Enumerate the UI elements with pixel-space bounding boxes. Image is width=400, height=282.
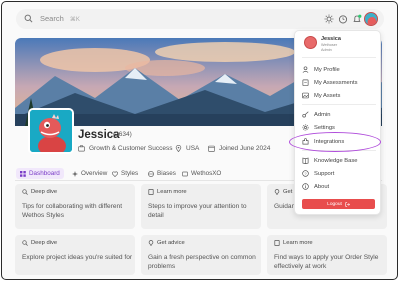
user-dropdown-menu: Jessica Wethoser Admin My Profile My Ass… <box>294 30 381 215</box>
tab-label: WethosXO <box>191 170 222 177</box>
tab-styles[interactable]: Styles <box>108 168 142 179</box>
search-icon <box>22 240 28 246</box>
help-circle-icon: ? <box>302 170 309 177</box>
card-tag-label: Get advice <box>157 240 185 246</box>
user-avatar-button[interactable] <box>364 12 378 26</box>
dropdown-divider <box>302 57 376 58</box>
book-icon <box>302 157 309 164</box>
svg-text:?: ? <box>304 171 307 176</box>
image-icon <box>302 92 309 99</box>
search-shortcut: ⌘K <box>69 17 80 23</box>
card-body: Tips for collaborating with different We… <box>22 203 123 219</box>
dropdown-user-name: Jessica <box>321 36 341 42</box>
menu-item-knowledge-base[interactable]: Knowledge Base <box>302 156 358 165</box>
country-label: USA <box>186 145 200 152</box>
dropdown-divider <box>302 104 376 105</box>
insight-card[interactable]: Get advice Gain a fresh perspective on c… <box>141 235 261 275</box>
search-icon <box>22 189 28 195</box>
user-icon <box>302 66 309 73</box>
menu-item-label: About <box>314 183 330 190</box>
profile-handle: (2634) <box>113 131 132 138</box>
clipboard-icon <box>302 79 309 86</box>
card-tag: Learn more <box>148 189 187 195</box>
card-tag-label: Learn more <box>157 189 187 195</box>
globe-icon <box>148 170 154 177</box>
profile-department: Growth & Customer Success <box>78 145 172 152</box>
search-input[interactable]: Search ⌘K <box>40 14 80 23</box>
menu-item-my-assets[interactable]: My Assets <box>302 91 340 100</box>
card-body: Gain a fresh perspective on common probl… <box>148 254 256 270</box>
menu-item-support[interactable]: ? Support <box>302 169 334 178</box>
card-body: Steps to improve your attention to detai… <box>148 203 247 219</box>
menu-item-label: Settings <box>314 124 335 131</box>
menu-item-admin[interactable]: Admin <box>302 110 330 119</box>
dropdown-user-role: Wethoser <box>321 43 338 47</box>
document-icon <box>148 189 154 195</box>
menu-item-about[interactable]: About <box>302 182 329 191</box>
tab-dashboard[interactable]: Dashboard <box>16 168 64 179</box>
search-icon <box>24 14 33 23</box>
insight-card[interactable]: Learn more Steps to improve your attenti… <box>141 184 261 229</box>
tab-wethosxo[interactable]: WethosXO <box>178 168 225 179</box>
grid-icon <box>20 170 26 177</box>
insight-card[interactable]: Deep dive Explore project ideas you're s… <box>15 235 135 275</box>
calendar-icon <box>208 145 215 152</box>
profile-country: USA <box>175 145 199 152</box>
card-tag-label: Learn more <box>283 240 313 246</box>
tab-overview[interactable]: Overview <box>68 168 111 179</box>
profile-picture <box>28 108 74 154</box>
menu-item-label: My Assessments <box>314 79 358 86</box>
dropdown-user-permission: Admin <box>321 48 332 52</box>
sun-icon[interactable] <box>324 14 334 24</box>
menu-item-my-profile[interactable]: My Profile <box>302 65 340 74</box>
briefcase-icon <box>78 145 85 152</box>
card-tag: Deep dive <box>22 240 57 246</box>
logout-label: Logout <box>327 201 342 207</box>
department-label: Growth & Customer Success <box>89 145 173 152</box>
tab-biases[interactable]: Biases <box>144 168 180 179</box>
info-icon <box>302 183 309 190</box>
card-tag: Get advice <box>148 240 185 246</box>
card-tag: Deep dive <box>22 189 57 195</box>
app-window: Search ⌘K Jessica (2634) Growth & Custom… <box>1 1 398 280</box>
tab-label: Biases <box>157 170 176 177</box>
search-placeholder: Search <box>40 14 64 23</box>
tab-label: Styles <box>121 170 139 177</box>
menu-item-label: My Profile <box>314 66 340 73</box>
insight-card[interactable]: Learn more Find ways to apply your Order… <box>267 235 387 275</box>
lightbulb-icon <box>148 240 154 246</box>
tab-label: Overview <box>81 170 108 177</box>
top-bar: Search ⌘K <box>16 9 384 29</box>
dinosaur-avatar-image <box>30 110 72 152</box>
card-tag-label: Deep dive <box>31 189 58 195</box>
sparkle-icon <box>72 170 78 177</box>
logout-button[interactable]: Logout <box>302 199 375 209</box>
menu-item-my-assessments[interactable]: My Assessments <box>302 78 358 87</box>
insight-card[interactable]: Deep dive Tips for collaborating with di… <box>15 184 135 229</box>
menu-item-settings[interactable]: Settings <box>302 123 335 132</box>
key-icon <box>302 111 309 118</box>
heart-icon <box>112 171 118 177</box>
menu-item-label: My Assets <box>314 92 341 99</box>
integrations-highlight-annotation <box>289 132 381 152</box>
lightbulb-icon <box>274 189 280 195</box>
logout-icon <box>345 201 350 207</box>
profile-joined: Joined June 2024 <box>208 145 270 152</box>
location-pin-icon <box>175 145 182 152</box>
gear-icon <box>302 124 309 131</box>
layers-icon <box>182 171 188 176</box>
menu-item-label: Knowledge Base <box>314 157 358 164</box>
joined-label: Joined June 2024 <box>219 145 271 152</box>
menu-item-label: Admin <box>314 111 331 118</box>
card-tag-label: Deep dive <box>31 240 58 246</box>
menu-item-label: Support <box>314 170 335 177</box>
dropdown-avatar <box>304 36 317 49</box>
card-body: Explore project ideas you're suited for <box>22 254 133 261</box>
card-body: Find ways to apply your Order Style effe… <box>274 254 379 270</box>
document-icon <box>274 240 280 246</box>
card-tag: Learn more <box>274 240 313 246</box>
tab-label: Dashboard <box>29 170 60 177</box>
clock-icon[interactable] <box>338 14 348 24</box>
bell-icon[interactable] <box>352 14 362 24</box>
